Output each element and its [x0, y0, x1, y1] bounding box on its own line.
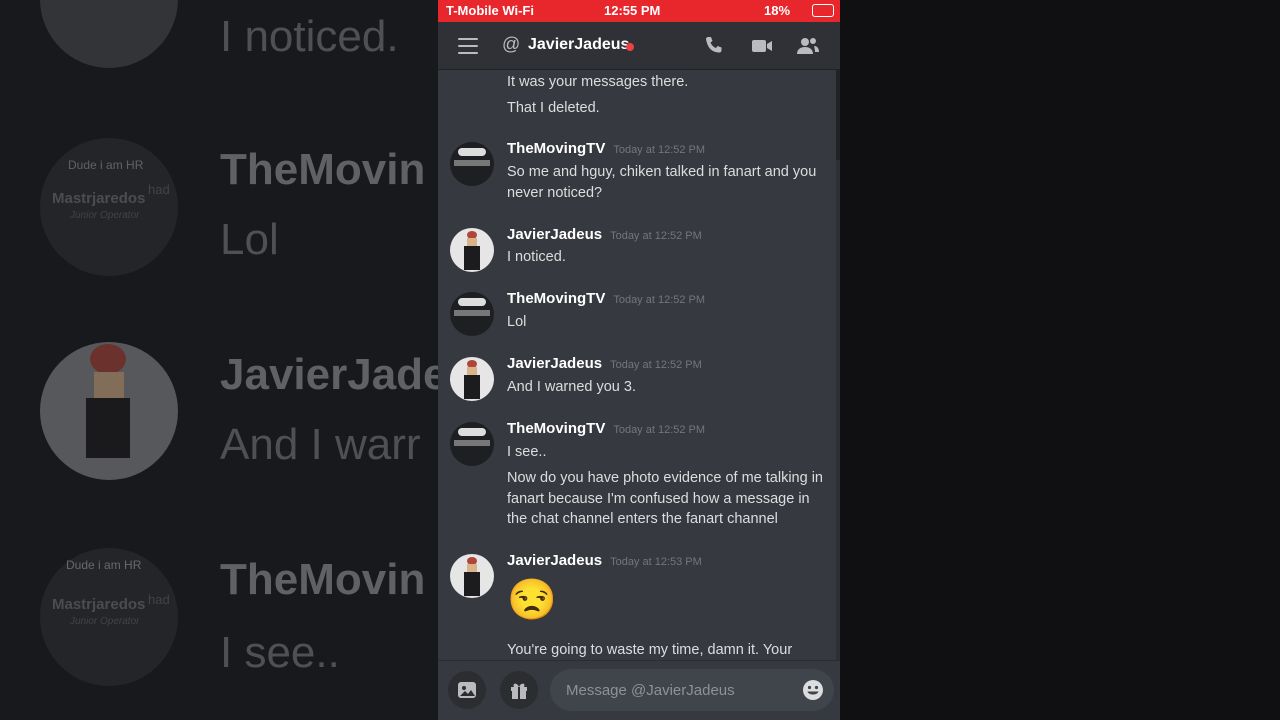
status-time: 12:55 PM: [604, 3, 661, 18]
message-timestamp: Today at 12:52 PM: [613, 294, 706, 306]
background-avatar: Dude i am HR Mastrjaredos Junior Operato…: [40, 138, 178, 276]
gift-button[interactable]: [500, 671, 538, 709]
members-icon[interactable]: [796, 34, 820, 58]
scrollbar-thumb[interactable]: [836, 70, 840, 160]
message-timestamp: Today at 12:52 PM: [610, 359, 702, 371]
background-badge-text: had: [148, 592, 170, 607]
background-text: JavierJade: [220, 350, 438, 399]
background-avatar: [40, 342, 178, 480]
message-timestamp: Today at 12:52 PM: [613, 144, 706, 156]
message-author[interactable]: TheMovingTV Today at 12:52 PM: [507, 420, 705, 437]
message-list[interactable]: It was your messages there. That I delet…: [438, 70, 836, 660]
avatar[interactable]: [450, 554, 494, 598]
avatar[interactable]: [450, 292, 494, 336]
background-badge-text: Mastrjaredos: [52, 596, 146, 613]
message-composer: [438, 660, 840, 720]
message-text: Lol: [507, 314, 527, 330]
background-badge-text: Junior Operator: [70, 616, 140, 627]
status-bar: T-Mobile Wi-Fi 12:55 PM 18%: [438, 0, 840, 22]
at-icon: @: [502, 34, 521, 54]
avatar[interactable]: [450, 357, 494, 401]
message-author[interactable]: TheMovingTV Today at 12:52 PM: [507, 140, 705, 157]
message-input-wrapper: [550, 669, 834, 711]
image-upload-button[interactable]: [448, 671, 486, 709]
battery-percent: 18%: [764, 3, 791, 18]
carrier-label: T-Mobile Wi-Fi: [446, 3, 534, 18]
battery-icon: [812, 4, 834, 17]
background-text: I see..: [220, 628, 340, 677]
channel-title: JavierJadeus: [528, 36, 630, 53]
message-author[interactable]: JavierJadeus Today at 12:52 PM: [507, 355, 702, 372]
message-text: And I warned you 3.: [507, 379, 636, 395]
background-text: I noticed.: [220, 12, 399, 61]
avatar[interactable]: [450, 142, 494, 186]
message-timestamp: Today at 12:53 PM: [610, 556, 702, 568]
dm-header: @ JavierJadeus: [438, 22, 840, 70]
phone-screen: T-Mobile Wi-Fi 12:55 PM 18% @ JavierJade…: [438, 0, 840, 720]
message-author[interactable]: JavierJadeus Today at 12:53 PM: [507, 552, 702, 569]
message-text: It was your messages there.: [507, 74, 689, 90]
background-badge-text: Junior Operator: [70, 210, 140, 221]
message-author[interactable]: TheMovingTV Today at 12:52 PM: [507, 290, 705, 307]
hamburger-menu-icon[interactable]: [458, 38, 478, 54]
background-text: TheMovin: [220, 555, 426, 604]
gift-icon: [511, 683, 527, 699]
image-icon: [458, 682, 476, 698]
background-text: TheMovin: [220, 145, 426, 194]
dnd-status-icon: [626, 43, 634, 51]
call-icon[interactable]: [702, 34, 726, 58]
message-text: That I deleted.: [507, 100, 600, 116]
message-timestamp: Today at 12:52 PM: [613, 424, 706, 436]
background-right: [840, 0, 1280, 720]
background-text: Lol: [220, 215, 279, 264]
video-icon[interactable]: [750, 34, 774, 58]
background-badge-text: had: [148, 182, 170, 197]
background-badge-text: Dude i am HR: [66, 558, 142, 572]
message-text: So me and hguy, chiken talked in fanart …: [507, 164, 817, 201]
background-avatar: Dude i am HR Mastrjaredos Junior Operato…: [40, 548, 178, 686]
message-timestamp: Today at 12:52 PM: [610, 230, 702, 242]
message-text: You're going to waste my time, damn it. …: [507, 642, 793, 658]
message-text: I noticed.: [507, 249, 566, 265]
emoji-picker-icon[interactable]: [802, 679, 824, 701]
background-text: And I warr: [220, 420, 421, 469]
avatar[interactable]: [450, 422, 494, 466]
background-badge-text: Dude i am HR: [68, 158, 144, 172]
message-input[interactable]: [566, 669, 786, 711]
background-left: I noticed. Dude i am HR Mastrjaredos Jun…: [0, 0, 438, 720]
avatar[interactable]: [450, 228, 494, 272]
message-author[interactable]: JavierJadeus Today at 12:52 PM: [507, 226, 702, 243]
background-avatar: [40, 0, 178, 68]
message-emoji: 😒: [507, 578, 557, 622]
message-text: Now do you have photo evidence of me tal…: [507, 470, 823, 527]
background-badge-text: Mastrjaredos: [52, 190, 146, 207]
message-text: I see..: [507, 444, 547, 460]
